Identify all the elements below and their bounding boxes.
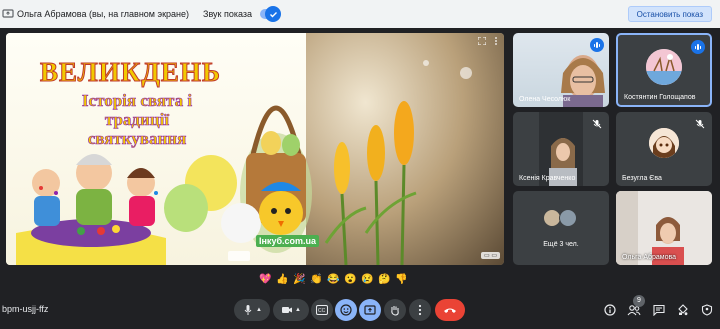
reaction-clap-icon[interactable]: 👏 [310,274,322,285]
participant-tile[interactable]: Безугла Єва [616,112,712,186]
stop-presenting-button[interactable]: Остановить показ [627,6,712,22]
bottom-bar: bpm-usjj-ffz ▲ ▲ CC [0,293,720,329]
shared-screen: ВЕЛИКДЕНЬ Історія свята і традиції святк… [6,33,504,265]
slide: ВЕЛИКДЕНЬ Історія свята і традиції святк… [6,33,504,265]
present-screen-icon [364,305,376,315]
meeting-code: bpm-usjj-ffz [2,304,49,314]
slide-toolbar[interactable] [228,251,250,261]
participant-tile[interactable]: Ксенія Кравченко [513,112,609,186]
top-bar: Ольга Абрамова (вы, на главном экране) З… [0,0,720,28]
share-audio-label: Звук показа [203,9,253,19]
reactions-bar: 💖 👍 🎉 👏 😂 😮 😢 🤔 👎 [259,270,407,288]
chevron-up-icon[interactable]: ▲ [295,307,301,313]
participant-name: Ольга Абрамова [622,254,677,261]
chevron-up-icon[interactable]: ▲ [256,307,262,313]
watermark: Інкуб.com.ua [256,235,320,247]
mic-off-icon [694,118,706,130]
captions-button[interactable]: CC [311,299,333,321]
leave-call-button[interactable] [435,299,465,321]
reaction-surprised-icon[interactable]: 😮 [344,274,356,285]
presenting-icon [2,9,14,18]
mic-button[interactable]: ▲ [234,299,270,321]
reaction-thumbs-down-icon[interactable]: 👎 [395,274,407,285]
activities-icon[interactable] [676,303,690,317]
participant-name: Костянтин Голощапов [624,94,696,101]
slide-subtitle: Історія свята і традиції святкування [62,91,212,149]
participant-tile[interactable]: Ольга Абрамова [616,191,712,265]
presenter-status: Ольга Абрамова (вы, на главном экране) [17,9,190,19]
svg-text:CC: CC [318,308,326,314]
reaction-party-icon[interactable]: 🎉 [293,274,305,285]
hand-icon [391,306,399,316]
slide-subtitle-line: традиції [104,110,170,130]
meeting-details-icon[interactable] [603,303,617,317]
emoji-icon [340,304,352,316]
camera-icon [282,307,293,313]
more-vert-icon[interactable] [494,37,498,45]
slide-subtitle-line: Історія свята і [81,91,193,111]
reaction-heart-icon[interactable]: 💖 [259,274,271,285]
share-audio-toggle[interactable] [260,6,282,22]
present-button[interactable] [359,299,381,321]
raise-hand-button[interactable] [384,299,406,321]
participants-count-badge: 9 [633,295,645,307]
more-options-button[interactable] [409,299,431,321]
toggle-check-icon [265,6,282,22]
more-participants-tile[interactable]: Ещё 3 чел. [513,191,609,265]
host-controls-icon[interactable] [700,303,714,317]
reaction-thinking-icon[interactable]: 🤔 [378,274,390,285]
page-indicator-icon: ▭ ▭ [480,252,500,259]
participant-name: Ксенія Кравченко [519,175,576,182]
reaction-thumbs-up-icon[interactable]: 👍 [276,274,288,285]
speaking-indicator-icon [590,38,604,52]
participant-name: Безугла Єва [622,175,662,182]
camera-button[interactable]: ▲ [273,299,309,321]
slide-subtitle-line: святкування [87,129,187,149]
fullscreen-icon[interactable] [478,37,486,45]
participant-tile[interactable]: Костянтин Голощапов [616,33,712,107]
mic-icon [244,305,252,315]
slide-title: ВЕЛИКДЕНЬ [40,57,221,88]
participant-tile[interactable]: Олена Чесолюк [513,33,609,107]
avatar [559,209,577,227]
reaction-sad-icon[interactable]: 😢 [361,274,373,285]
mic-off-icon [591,118,603,130]
more-participants-label: Ещё 3 чел. [543,241,579,248]
avatar [649,128,679,158]
participant-name: Олена Чесолюк [519,96,571,103]
captions-icon: CC [316,305,328,315]
more-vert-icon [418,304,422,316]
emoji-button[interactable] [335,299,357,321]
reaction-laugh-icon[interactable]: 😂 [327,274,339,285]
end-call-icon [444,308,456,313]
spring-flowers-image [306,33,504,265]
avatar [646,49,682,85]
speaking-indicator-icon [691,40,705,54]
chat-icon[interactable] [652,303,666,317]
